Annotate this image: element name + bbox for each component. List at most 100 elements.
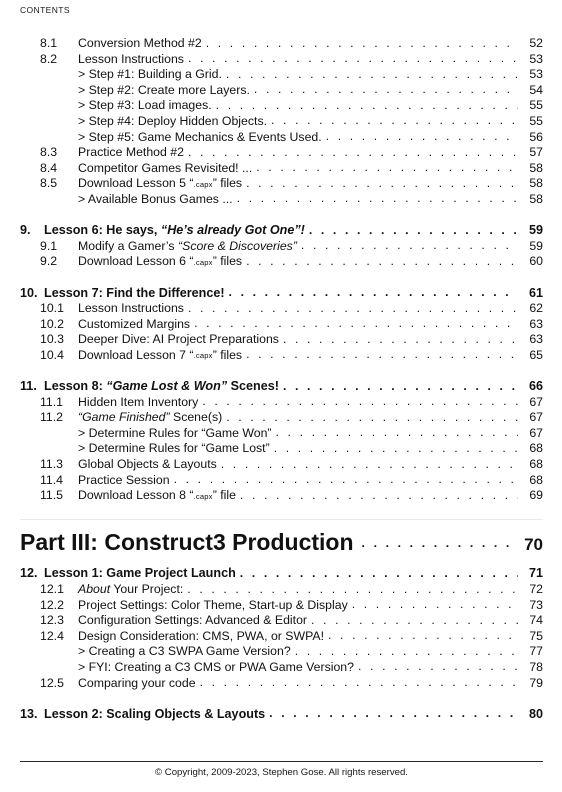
toc-entry-title: > Step #1: Building a Grid. bbox=[78, 67, 222, 82]
toc-entry-section[interactable]: 8.2 Lesson Instructions. . . . . . . . . … bbox=[20, 51, 543, 68]
toc-entry-title: > Step #5: Game Mechanics & Events Used. bbox=[78, 129, 322, 144]
toc-entry-number: 10.1 bbox=[40, 301, 64, 316]
toc-entry-step[interactable]: > Determine Rules for “Game Lost”. . . .… bbox=[20, 441, 543, 457]
toc-entry-number: 8.4 bbox=[40, 160, 58, 175]
toc-entry-page-number: 53 bbox=[529, 51, 543, 66]
toc-spacer bbox=[20, 504, 543, 520]
toc-entry-number: 11.5 bbox=[40, 488, 64, 503]
toc-entry-section[interactable]: 9.1 Modify a Gamer’s “Score & Discoveries… bbox=[20, 238, 543, 255]
toc-entry-chapter[interactable]: 13. Lesson 2: Scaling Objects & Layouts. … bbox=[20, 706, 543, 723]
toc-entry-section[interactable]: 12.2 Project Settings: Color Theme, Start… bbox=[20, 597, 543, 614]
toc-entry-title: Comparing your code bbox=[78, 675, 196, 690]
toc-entry-page-number: 71 bbox=[528, 566, 543, 581]
toc-entry-number: 12.2 bbox=[40, 597, 64, 612]
toc-entry-number: 12.5 bbox=[40, 675, 64, 690]
toc-entry-chapter[interactable]: 12. Lesson 1: Game Project Launch. . . . … bbox=[20, 566, 543, 582]
toc-leader-dots: . . . . . . . . . . . . . . . . . . . . … bbox=[253, 82, 518, 97]
toc-entry-section[interactable]: 12.1 About Your Project:. . . . . . . . .… bbox=[20, 582, 543, 598]
toc-entry-step[interactable]: > FYI: Creating a C3 CMS or PWA Game Ver… bbox=[20, 659, 543, 676]
toc-entry-section[interactable]: 11.2 “Game Finished” Scene(s). . . . . . … bbox=[20, 410, 543, 426]
toc-entry-section[interactable]: 9.2 Download Lesson 6 “.capx” files. . . … bbox=[20, 254, 543, 270]
toc-entry-title: Customized Margins bbox=[78, 316, 191, 331]
toc-leader-dots: . . . . . . . . . . . . . . . . . . . . … bbox=[269, 706, 518, 721]
toc-entry-number: 8.3 bbox=[40, 145, 58, 160]
toc-entry-page-number: 68 bbox=[529, 457, 543, 472]
toc-entry-title: Download Lesson 5 “.capx” files bbox=[78, 176, 243, 191]
toc-leader-dots: . . . . . . . . . . . . . . . . . . . . … bbox=[187, 51, 518, 66]
toc-leader-dots: . . . . . . . . . . . . . . . . . . . . … bbox=[328, 628, 518, 643]
toc-entry-section[interactable]: 10.2 Customized Margins. . . . . . . . . … bbox=[20, 316, 543, 333]
toc-leader-dots: . . . . . . . . . . . . . . . . . . . . … bbox=[246, 253, 518, 268]
toc-entry-section[interactable]: 11.3 Global Objects & Layouts. . . . . . … bbox=[20, 457, 543, 473]
toc-entry-section[interactable]: 8.3 Practice Method #2. . . . . . . . . .… bbox=[20, 145, 543, 161]
toc-entry-chapter[interactable]: 9. Lesson 6: He says, “He’s already Got O… bbox=[20, 223, 543, 239]
toc-entry-title: > Step #2: Create more Layers. bbox=[78, 82, 250, 97]
toc-entry-title: > Creating a C3 SWPA Game Version? bbox=[78, 644, 291, 659]
toc-leader-dots: . . . . . . . . . . . . . . . . . . . . … bbox=[226, 409, 518, 424]
toc-entry-number: 12.1 bbox=[40, 582, 64, 596]
toc-entry-page-number: 67 bbox=[529, 410, 543, 425]
toc-entry-section[interactable]: 12.5 Comparing your code. . . . . . . . .… bbox=[20, 675, 543, 692]
toc-entry-chapter[interactable]: 10. Lesson 7: Find the Difference!. . . .… bbox=[20, 285, 543, 302]
toc-leader-dots: . . . . . . . . . . . . . . . . . . . . … bbox=[282, 378, 518, 393]
toc-entry-page-number: 66 bbox=[528, 379, 543, 394]
toc-entry-section[interactable]: 11.4 Practice Session. . . . . . . . . . … bbox=[20, 472, 543, 489]
toc-entry-number: 10.3 bbox=[40, 332, 64, 347]
toc-entry-title: > Determine Rules for “Game Lost” bbox=[78, 441, 270, 456]
toc-entry-page-number: 55 bbox=[529, 113, 543, 128]
toc-entry-number: 11.2 bbox=[40, 410, 64, 425]
toc-entry-chapter[interactable]: 11. Lesson 8: “Game Lost & Won” Scenes!. … bbox=[20, 379, 543, 395]
toc-entry-step[interactable]: > Step #3: Load images.. . . . . . . . .… bbox=[20, 98, 543, 114]
toc-entry-step[interactable]: > Step #1: Building a Grid.. . . . . . .… bbox=[20, 67, 543, 83]
toc-entry-number: 9.2 bbox=[40, 254, 58, 269]
toc-entry-title: Deeper Dive: AI Project Preparations bbox=[78, 332, 279, 347]
toc-entry-section[interactable]: 11.1 Hidden Item Inventory. . . . . . . .… bbox=[20, 394, 543, 411]
toc-entry-title: Lesson 6: He says, “He’s already Got One… bbox=[44, 223, 305, 238]
toc-entry-number: 11.3 bbox=[40, 457, 64, 472]
toc-entry-title: Practice Method #2 bbox=[78, 145, 184, 160]
toc-entry-section[interactable]: 10.3 Deeper Dive: AI Project Preparations… bbox=[20, 332, 543, 348]
toc-leader-dots: . . . . . . . . . . . . . . . . . . . . … bbox=[239, 487, 518, 502]
toc-entry-step[interactable]: > Step #4: Deploy Hidden Objects.. . . .… bbox=[20, 113, 543, 130]
toc-entry-section[interactable]: 12.4 Design Consideration: CMS, PWA, or S… bbox=[20, 628, 543, 645]
toc-entry-section[interactable]: 8.1 Conversion Method #2. . . . . . . . .… bbox=[20, 36, 543, 52]
toc-entry-step[interactable]: > Determine Rules for “Game Won”. . . . … bbox=[20, 425, 543, 442]
toc-entry-page-number: 60 bbox=[529, 254, 543, 269]
toc-entry-number: 10.4 bbox=[40, 347, 64, 362]
toc-entry-section[interactable]: 8.4 Competitor Games Revisited! .... . . … bbox=[20, 160, 543, 177]
toc-entry-number: 12.3 bbox=[40, 613, 64, 628]
toc-entry-page-number: 63 bbox=[529, 332, 543, 347]
toc-entry-step[interactable]: > Available Bonus Games .... . . . . . .… bbox=[20, 191, 543, 208]
toc-entry-title: Lesson 2: Scaling Objects & Layouts bbox=[44, 706, 266, 721]
toc-entry-page-number: 70 bbox=[524, 535, 543, 555]
toc-leader-dots: . . . . . . . . . . . . . . . . . . . . … bbox=[239, 565, 518, 580]
toc-entry-title: > FYI: Creating a C3 CMS or PWA Game Ver… bbox=[78, 659, 354, 674]
toc-leader-dots: . . . . . . . . . . . . . . . . . . . . … bbox=[271, 113, 518, 128]
toc-entry-page-number: 65 bbox=[529, 347, 543, 362]
toc-entry-title: > Step #4: Deploy Hidden Objects. bbox=[78, 113, 268, 128]
toc-entry-page-number: 68 bbox=[529, 472, 543, 487]
toc-entry-section[interactable]: 8.5 Download Lesson 5 “.capx” files. . . … bbox=[20, 176, 543, 192]
toc-leader-dots: . . . . . . . . . . . . . . . . . . . . … bbox=[202, 394, 518, 409]
toc-entry-title: Download Lesson 6 “.capx” files bbox=[78, 254, 243, 269]
toc-entry-page-number: 80 bbox=[528, 706, 543, 721]
toc-entry-section[interactable]: 10.4 Download Lesson 7 “.capx” files. . .… bbox=[20, 347, 543, 364]
toc-entry-page-number: 79 bbox=[529, 675, 543, 690]
toc-entry-step[interactable]: > Step #2: Create more Layers.. . . . . … bbox=[20, 82, 543, 99]
toc-entry-section[interactable]: 10.1 Lesson Instructions. . . . . . . . .… bbox=[20, 301, 543, 317]
toc-entry-number: 9.1 bbox=[40, 238, 58, 253]
toc-leader-dots: . . . . . . . . . . . . . . . . . . . . … bbox=[246, 175, 518, 190]
toc-entry-step[interactable]: > Creating a C3 SWPA Game Version?. . . … bbox=[20, 644, 543, 660]
toc-leader-dots: . . . . . . . . . . . . . . . . . . . . … bbox=[205, 35, 518, 50]
toc-entry-title: Download Lesson 8 “.capx” file bbox=[78, 488, 236, 503]
toc-entry-page-number: 58 bbox=[529, 176, 543, 191]
toc-entry-number: 12.4 bbox=[40, 628, 64, 643]
toc-entry-section[interactable]: 11.5 Download Lesson 8 “.capx” file. . . … bbox=[20, 488, 543, 504]
toc-entry-step[interactable]: > Step #5: Game Mechanics & Events Used.… bbox=[20, 129, 543, 146]
toc-entry-section[interactable]: 12.3 Configuration Settings: Advanced & E… bbox=[20, 613, 543, 629]
toc-leader-dots: . . . . . . . . . . . . . . . . . . . . … bbox=[308, 222, 518, 237]
toc-entry-part[interactable]: Part III: Construct3 Production . . . . .… bbox=[20, 527, 543, 559]
toc-entry-page-number: 67 bbox=[529, 425, 543, 440]
toc-entry-number: 11. bbox=[20, 379, 37, 394]
toc-leader-dots: . . . . . . . . . . . . . . . . . . . . … bbox=[311, 612, 518, 627]
